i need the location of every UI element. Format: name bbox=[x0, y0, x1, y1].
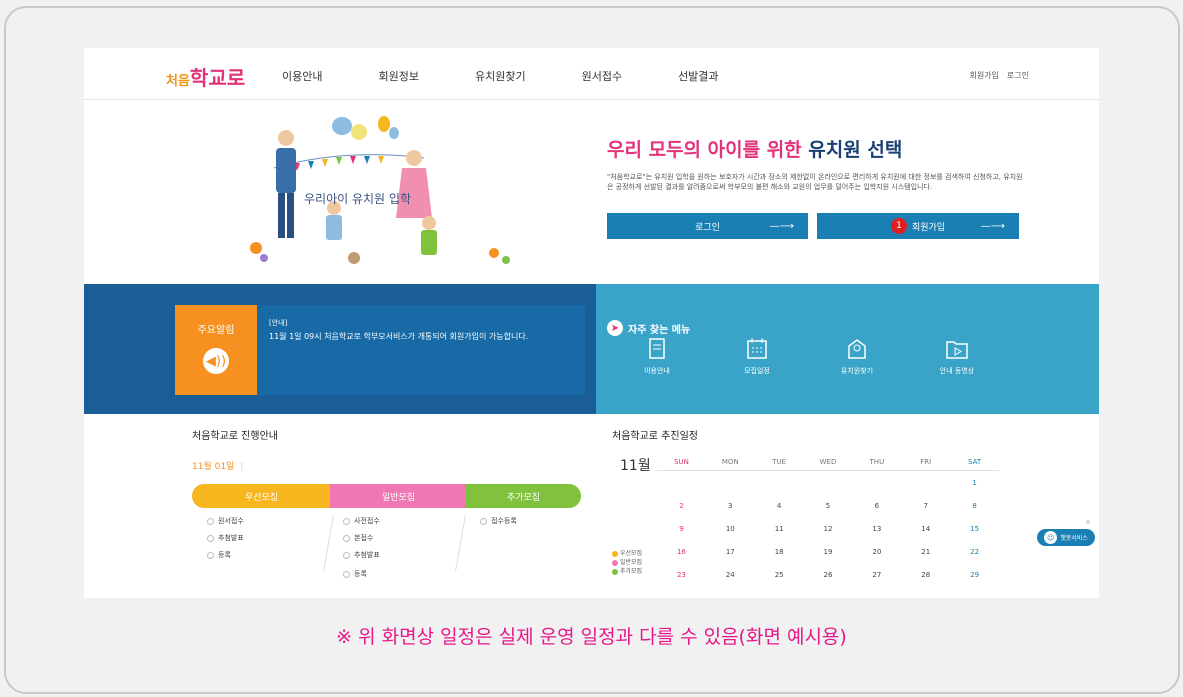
current-date: 11월 01일 | bbox=[192, 462, 244, 472]
divider bbox=[310, 515, 334, 571]
disclaimer-note: ※ 위 화면상 일정은 실제 운영 일정과 다를 수 있음(화면 예시용) bbox=[336, 626, 847, 648]
legend-item: 우선모집 bbox=[612, 549, 642, 558]
step-item: 추첨발표 bbox=[207, 533, 244, 543]
building-icon bbox=[848, 339, 866, 359]
step-item: 등록 bbox=[207, 550, 231, 560]
arrow-right-icon: —⟶ bbox=[769, 220, 794, 232]
calendar-week: 16 17 18 19 20 21 22 bbox=[676, 547, 980, 556]
cursor-icon: ➤ bbox=[607, 320, 623, 336]
calendar-week: 9 10 11 12 13 14 15 bbox=[679, 524, 980, 533]
nav-item-guide[interactable]: 이용안내 bbox=[282, 68, 322, 84]
step-item: 추첨발표 bbox=[343, 550, 380, 560]
quick-item-schedule[interactable]: 모집일정 bbox=[717, 336, 797, 376]
step-item: 원서접수 bbox=[207, 516, 244, 526]
progress-panel: 처음학교로 진행안내 11월 01일 | 우선모집 일반모집 추가모집 원서접수 … bbox=[175, 415, 594, 598]
util-signup-link[interactable]: 회원가입 bbox=[969, 70, 998, 81]
svg-text:우리아이 유치원 입학: 우리아이 유치원 입학 bbox=[304, 192, 411, 206]
signup-button[interactable]: 1 회원가입 —⟶ bbox=[817, 213, 1019, 239]
notice-tag: [안내] bbox=[269, 319, 288, 327]
login-button[interactable]: 로그인 —⟶ bbox=[607, 213, 808, 239]
website-screenshot: 처음학교로 이용안내 회원정보 유치원찾기 원서접수 선발결과 회원가입 로그인 bbox=[84, 48, 1099, 598]
pill-priority[interactable]: 우선모집 bbox=[192, 484, 331, 508]
util-links: 회원가입 로그인 bbox=[969, 70, 1029, 81]
step-item: 사전접수 bbox=[343, 516, 380, 526]
nav-item-find-kindergarten[interactable]: 유치원찾기 bbox=[475, 68, 526, 84]
calendar-month: 11월 bbox=[620, 458, 651, 474]
legend-item: 일반모집 bbox=[612, 558, 642, 567]
calendar-panel: 처음학교로 추진일정 11월 SUN MON TUE WED THU FRI S… bbox=[603, 415, 1019, 598]
pill-general[interactable]: 일반모집 bbox=[330, 484, 467, 508]
family-illustration: 우리아이 유치원 입학 bbox=[250, 116, 510, 264]
hero-title: 우리 모두의 아이를 위한 유치원 선택 bbox=[607, 139, 903, 161]
calendar-header: SUN MON TUE WED THU FRI SAT bbox=[657, 453, 999, 471]
pill-additional[interactable]: 추가모집 bbox=[466, 484, 581, 508]
site-header: 처음학교로 이용안내 회원정보 유치원찾기 원서접수 선발결과 회원가입 로그인 bbox=[84, 48, 1099, 100]
video-folder-icon bbox=[946, 341, 968, 359]
step-item: 등록 bbox=[343, 569, 367, 579]
notice-text[interactable]: 11월 1일 09시 처음학교로 학부모서비스가 개통되어 회원가입이 가능합니… bbox=[269, 331, 528, 342]
calendar-week: 1 bbox=[972, 478, 977, 487]
nav-item-application[interactable]: 원서접수 bbox=[582, 68, 622, 84]
step-item: 접수등록 bbox=[480, 516, 517, 526]
nav-item-member-info[interactable]: 회원정보 bbox=[378, 68, 418, 84]
calendar-grid: SUN MON TUE WED THU FRI SAT 1 2345678 91… bbox=[657, 453, 999, 586]
arrow-right-icon: —⟶ bbox=[980, 220, 1005, 232]
divider bbox=[442, 515, 466, 571]
chatbot-button[interactable]: ☺ 챗봇서비스 bbox=[1037, 529, 1095, 546]
notice-label: 주요알림 ◀)) bbox=[175, 305, 257, 395]
quick-item-guide[interactable]: 이용안내 bbox=[617, 336, 697, 376]
close-icon[interactable]: × bbox=[1085, 518, 1091, 526]
calendar-week: 2345678 bbox=[679, 501, 977, 510]
quick-item-find[interactable]: 유치원찾기 bbox=[817, 336, 897, 376]
step-item: 본접수 bbox=[343, 533, 373, 543]
quick-menu-title: ➤ 자주 찾는 메뉴 bbox=[607, 320, 690, 336]
megaphone-icon: ◀)) bbox=[203, 348, 229, 374]
calendar-legend: 우선모집 일반모집 추가모집 bbox=[612, 549, 642, 576]
site-logo[interactable]: 처음학교로 bbox=[166, 62, 245, 91]
document-icon bbox=[649, 338, 665, 359]
quick-item-video[interactable]: 안내 동영상 bbox=[917, 336, 997, 376]
legend-item: 추가모집 bbox=[612, 567, 642, 576]
main-nav: 이용안내 회원정보 유치원찾기 원서접수 선발결과 bbox=[282, 68, 775, 84]
calendar-title: 처음학교로 추진일정 bbox=[612, 431, 698, 442]
hero-section: 우리아이 유치원 입학 우리 모두의 아이를 위한 유치원 선택 "처음학교로"… bbox=[84, 100, 1099, 284]
progress-title: 처음학교로 진행안내 bbox=[192, 431, 278, 442]
nav-item-results[interactable]: 선발결과 bbox=[678, 68, 718, 84]
util-login-link[interactable]: 로그인 bbox=[1007, 70, 1029, 81]
step-badge: 1 bbox=[890, 218, 907, 234]
calendar-week: 23 24 25 26 27 28 29 bbox=[676, 570, 980, 579]
robot-icon: ☺ bbox=[1044, 531, 1058, 544]
calendar-icon bbox=[747, 338, 767, 359]
hero-description: "처음학교로"는 유치원 입학을 원하는 보호자가 시간과 장소의 제한없이 온… bbox=[607, 173, 1023, 191]
